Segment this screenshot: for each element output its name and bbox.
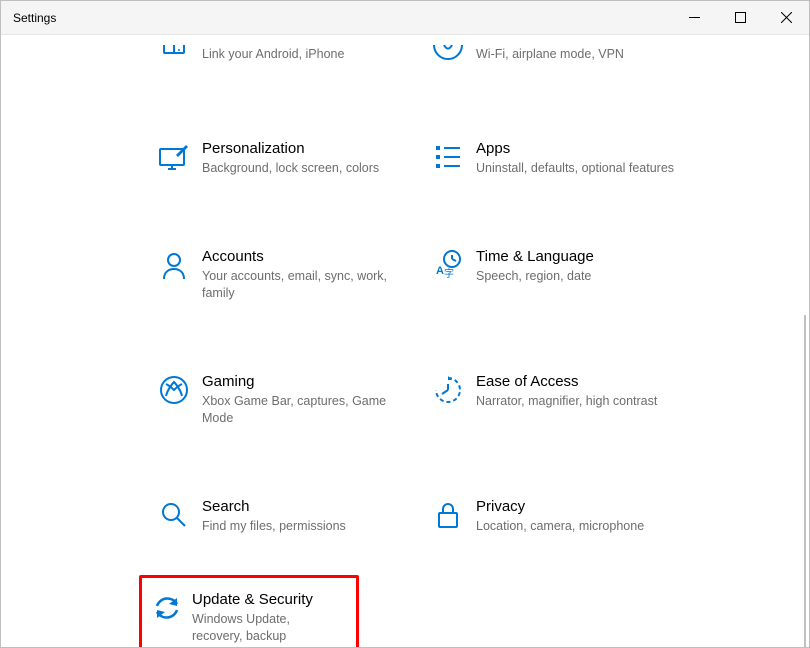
tile-desc: Find my files, permissions — [202, 518, 400, 535]
tile-desc: Link your Android, iPhone — [202, 46, 400, 63]
close-button[interactable] — [763, 1, 809, 34]
gaming-icon — [158, 374, 190, 406]
window-controls — [671, 1, 809, 34]
tile-desc: Narrator, magnifier, high contrast — [476, 393, 708, 410]
tile-desc: Background, lock screen, colors — [202, 160, 400, 177]
window-title: Settings — [13, 11, 56, 25]
ease-of-access-icon — [432, 374, 464, 406]
titlebar: Settings — [1, 1, 809, 35]
tile-desc: Uninstall, defaults, optional features — [476, 160, 708, 177]
maximize-icon — [735, 12, 746, 23]
minimize-icon — [689, 12, 700, 23]
tile-title: Time & Language — [476, 247, 708, 267]
tile-desc: Wi-Fi, airplane mode, VPN — [476, 46, 708, 63]
tile-desc: Location, camera, microphone — [476, 518, 708, 535]
close-icon — [781, 12, 792, 23]
tile-desc: Windows Update, recovery, backup — [192, 611, 338, 645]
tile-ease-of-access[interactable]: Ease of Access Narrator, magnifier, high… — [420, 364, 720, 435]
tile-desc: Your accounts, email, sync, work, family — [202, 268, 400, 302]
tile-update-security[interactable]: Update & Security Windows Update, recove… — [139, 575, 359, 647]
tile-privacy[interactable]: Privacy Location, camera, microphone — [420, 489, 720, 543]
tile-apps[interactable]: Apps Uninstall, defaults, optional featu… — [420, 131, 720, 185]
search-icon — [158, 499, 190, 531]
tile-search[interactable]: Search Find my files, permissions — [146, 489, 412, 543]
update-icon — [151, 592, 183, 624]
tile-title: Apps — [476, 139, 708, 159]
tile-desc: Speech, region, date — [476, 268, 708, 285]
tile-gaming[interactable]: Gaming Xbox Game Bar, captures, Game Mod… — [146, 364, 412, 435]
phone-icon — [158, 45, 190, 77]
maximize-button[interactable] — [717, 1, 763, 34]
tile-title: Personalization — [202, 139, 400, 159]
tile-title: Search — [202, 497, 400, 517]
time-language-icon: A 字 — [432, 249, 464, 281]
tile-desc: Xbox Game Bar, captures, Game Mode — [202, 393, 400, 427]
tile-title: Privacy — [476, 497, 708, 517]
tile-network[interactable]: Wi-Fi, airplane mode, VPN — [420, 45, 720, 85]
svg-text:字: 字 — [444, 267, 454, 280]
tile-title: Accounts — [202, 247, 400, 267]
tile-time-language[interactable]: A 字 Time & Language Speech, region, date — [420, 239, 720, 310]
settings-grid: Link your Android, iPhone Wi-Fi, airplan… — [1, 35, 809, 647]
privacy-icon — [432, 499, 464, 531]
apps-icon — [432, 141, 464, 173]
tile-title: Update & Security — [192, 590, 338, 610]
tile-title: Ease of Access — [476, 372, 708, 392]
tile-personalization[interactable]: Personalization Background, lock screen,… — [146, 131, 412, 185]
minimize-button[interactable] — [671, 1, 717, 34]
tile-title: Gaming — [202, 372, 400, 392]
personalization-icon — [158, 141, 190, 173]
settings-content: Link your Android, iPhone Wi-Fi, airplan… — [1, 35, 809, 647]
svg-text:A: A — [436, 265, 444, 277]
accounts-icon — [158, 249, 190, 281]
tile-accounts[interactable]: Accounts Your accounts, email, sync, wor… — [146, 239, 412, 310]
globe-icon — [432, 45, 464, 77]
tile-phone[interactable]: Link your Android, iPhone — [146, 45, 412, 85]
